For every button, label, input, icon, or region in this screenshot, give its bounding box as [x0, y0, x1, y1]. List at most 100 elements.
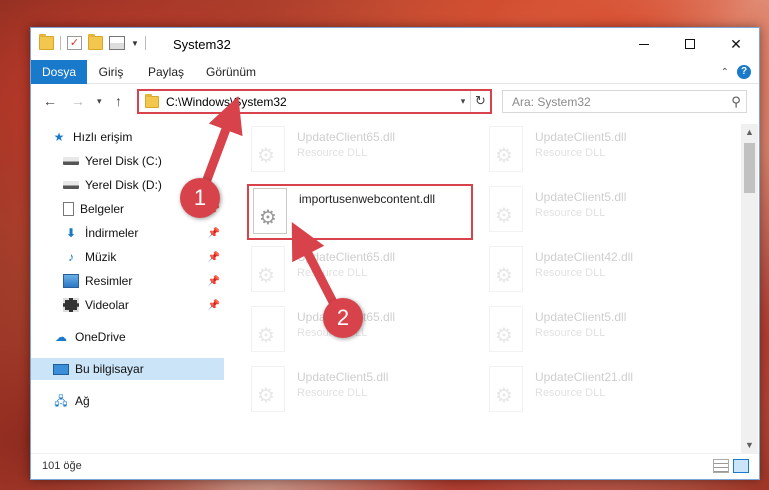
- music-icon: ♪: [68, 250, 74, 264]
- recent-locations-chevron-icon[interactable]: ▾: [97, 96, 102, 107]
- gear-icon: ⚙: [495, 205, 513, 227]
- file-type: Resource DLL: [297, 147, 368, 159]
- customize-toolbar-icon[interactable]: [109, 36, 125, 50]
- tab-share[interactable]: Paylaş: [141, 60, 191, 84]
- dll-file-icon: ⚙: [489, 186, 523, 232]
- scroll-down-icon[interactable]: ▼: [741, 437, 758, 454]
- file-item[interactable]: ⚙ UpdateClient65.dllResource DLL: [251, 126, 481, 182]
- back-arrow-icon[interactable]: ←: [43, 93, 57, 109]
- step-badge-1: 1: [180, 178, 220, 218]
- file-name: UpdateClient42.dll: [535, 250, 634, 264]
- sidebar-item-label: Hızlı erişim: [73, 130, 133, 144]
- sidebar-item-label: Müzik: [85, 250, 117, 264]
- chevron-down-icon[interactable]: ▼: [131, 39, 139, 48]
- sidebar-item-label: Belgeler: [80, 202, 125, 216]
- pictures-icon: [63, 274, 79, 288]
- file-type: Resource DLL: [535, 267, 606, 279]
- scroll-up-icon[interactable]: ▲: [741, 124, 758, 141]
- file-name: UpdateClient5.dll: [297, 370, 389, 384]
- documents-icon: [63, 202, 74, 216]
- close-button[interactable]: ✕: [713, 28, 759, 60]
- file-type: Resource DLL: [535, 327, 606, 339]
- file-list: ⚙ UpdateClient65.dll Resource DLL ⚙ Updat…: [231, 124, 739, 454]
- sidebar-item-label: Videolar: [85, 298, 129, 312]
- dll-file-icon: ⚙: [489, 306, 523, 352]
- gear-icon: ⚙: [257, 265, 275, 287]
- videos-icon: [63, 298, 79, 312]
- file-item[interactable]: ⚙ UpdateClient5.dll Resource DLL: [251, 366, 481, 422]
- file-name: UpdateClient65.dll: [297, 250, 396, 264]
- chevron-down-icon[interactable]: ▾: [456, 96, 470, 107]
- maximize-button[interactable]: [667, 28, 713, 60]
- quick-access-toolbar: ✓ ▼: [39, 34, 146, 50]
- properties-check-icon[interactable]: ✓: [67, 36, 82, 50]
- search-icon[interactable]: ⚲: [726, 94, 746, 110]
- sidebar-item-label: İndirmeler: [85, 226, 139, 240]
- forward-arrow-icon[interactable]: →: [71, 93, 85, 109]
- vertical-scrollbar[interactable]: ▲ ▼: [741, 124, 758, 454]
- sidebar-item-videos[interactable]: Videolar 📌: [31, 294, 224, 316]
- sidebar-item-label: Yerel Disk (D:): [85, 178, 162, 192]
- sidebar-item-local-disk-c[interactable]: Yerel Disk (C:): [31, 150, 224, 172]
- tab-view[interactable]: Görünüm: [201, 60, 261, 84]
- address-path[interactable]: C:\Windows\System32: [166, 95, 456, 109]
- search-box[interactable]: ⚲: [502, 90, 747, 113]
- onedrive-icon: ☁: [55, 330, 67, 344]
- pin-icon[interactable]: 📌: [208, 252, 220, 263]
- sidebar-item-pictures[interactable]: Resimler 📌: [31, 270, 224, 292]
- expand-ribbon-icon[interactable]: ⌃: [721, 67, 729, 78]
- details-view-icon[interactable]: [713, 459, 729, 473]
- new-folder-icon[interactable]: [88, 34, 103, 50]
- sidebar-item-this-pc[interactable]: Bu bilgisayar: [31, 358, 224, 380]
- file-type: Resource DLL: [535, 387, 606, 399]
- scroll-thumb[interactable]: [744, 143, 755, 193]
- file-item[interactable]: ⚙ UpdateClient65.dll Resource DLL: [251, 246, 481, 302]
- refresh-icon[interactable]: ↻: [470, 91, 490, 112]
- file-item[interactable]: ⚙ UpdateClient21.dll Resource DLL: [489, 366, 719, 422]
- pin-icon[interactable]: 📌: [208, 300, 220, 311]
- file-item[interactable]: ⚙ UpdateClient5.dll Resource DLL: [489, 126, 719, 182]
- sidebar-item-network[interactable]: 🖧 Ağ: [31, 390, 224, 412]
- dll-file-icon: ⚙: [251, 126, 285, 172]
- file-type: Resource DLL: [297, 267, 368, 279]
- file-item[interactable]: ⚙ UpdateClient5.dll Resource DLL: [489, 186, 719, 242]
- file-item[interactable]: ⚙ UpdateClient42.dll Resource DLL: [489, 246, 719, 302]
- maximize-icon: [685, 39, 695, 49]
- sidebar-item-music[interactable]: ♪ Müzik 📌: [31, 246, 224, 268]
- file-item[interactable]: ⚙ UpdateClient65.dllResource DLL: [251, 306, 481, 362]
- minimize-button[interactable]: [621, 28, 667, 60]
- file-item-highlighted[interactable]: ⚙ importusenwebcontent.dll: [247, 184, 473, 240]
- gear-icon: ⚙: [495, 265, 513, 287]
- gear-icon: ⚙: [257, 385, 275, 407]
- navigation-pane: ★ Hızlı erişim Yerel Disk (C:) Yerel Dis…: [31, 124, 224, 454]
- minimize-icon: [639, 43, 649, 45]
- dll-file-icon: ⚙: [251, 306, 285, 352]
- close-icon: ✕: [730, 35, 742, 52]
- sidebar-item-quick-access[interactable]: ★ Hızlı erişim: [31, 126, 224, 148]
- large-icons-view-icon[interactable]: [733, 459, 749, 473]
- search-input[interactable]: [512, 94, 726, 109]
- sidebar-item-downloads[interactable]: ⬇ İndirmeler 📌: [31, 222, 224, 244]
- pin-icon[interactable]: 📌: [208, 228, 220, 239]
- window-title: System32: [173, 37, 231, 52]
- dll-file-icon: ⚙: [489, 366, 523, 412]
- sidebar-item-label: Ağ: [75, 394, 90, 408]
- tab-file[interactable]: Dosya: [31, 60, 87, 84]
- address-bar[interactable]: C:\Windows\System32 ▾ ↻: [137, 89, 492, 114]
- tab-home[interactable]: Giriş: [91, 60, 131, 84]
- pin-icon[interactable]: 📌: [208, 276, 220, 287]
- sidebar-item-label: Bu bilgisayar: [75, 362, 144, 376]
- sidebar-item-onedrive[interactable]: ☁ OneDrive: [31, 326, 224, 348]
- gear-icon: ⚙: [495, 145, 513, 167]
- title-bar: ✓ ▼ System32 ✕: [31, 28, 759, 60]
- navigation-bar: ← → ▾ ↑ C:\Windows\System32 ▾ ↻ ⚲: [31, 85, 759, 117]
- file-type: Resource DLL: [535, 147, 606, 159]
- file-item[interactable]: ⚙ UpdateClient5.dll Resource DLL: [489, 306, 719, 362]
- gear-icon: ⚙: [257, 145, 275, 167]
- this-pc-icon: [53, 363, 69, 375]
- help-icon[interactable]: ?: [737, 65, 751, 79]
- status-bar: 101 öğe: [31, 453, 759, 479]
- gear-icon: ⚙: [259, 207, 277, 229]
- sidebar-item-label: OneDrive: [75, 330, 126, 344]
- up-arrow-icon[interactable]: ↑: [115, 93, 122, 109]
